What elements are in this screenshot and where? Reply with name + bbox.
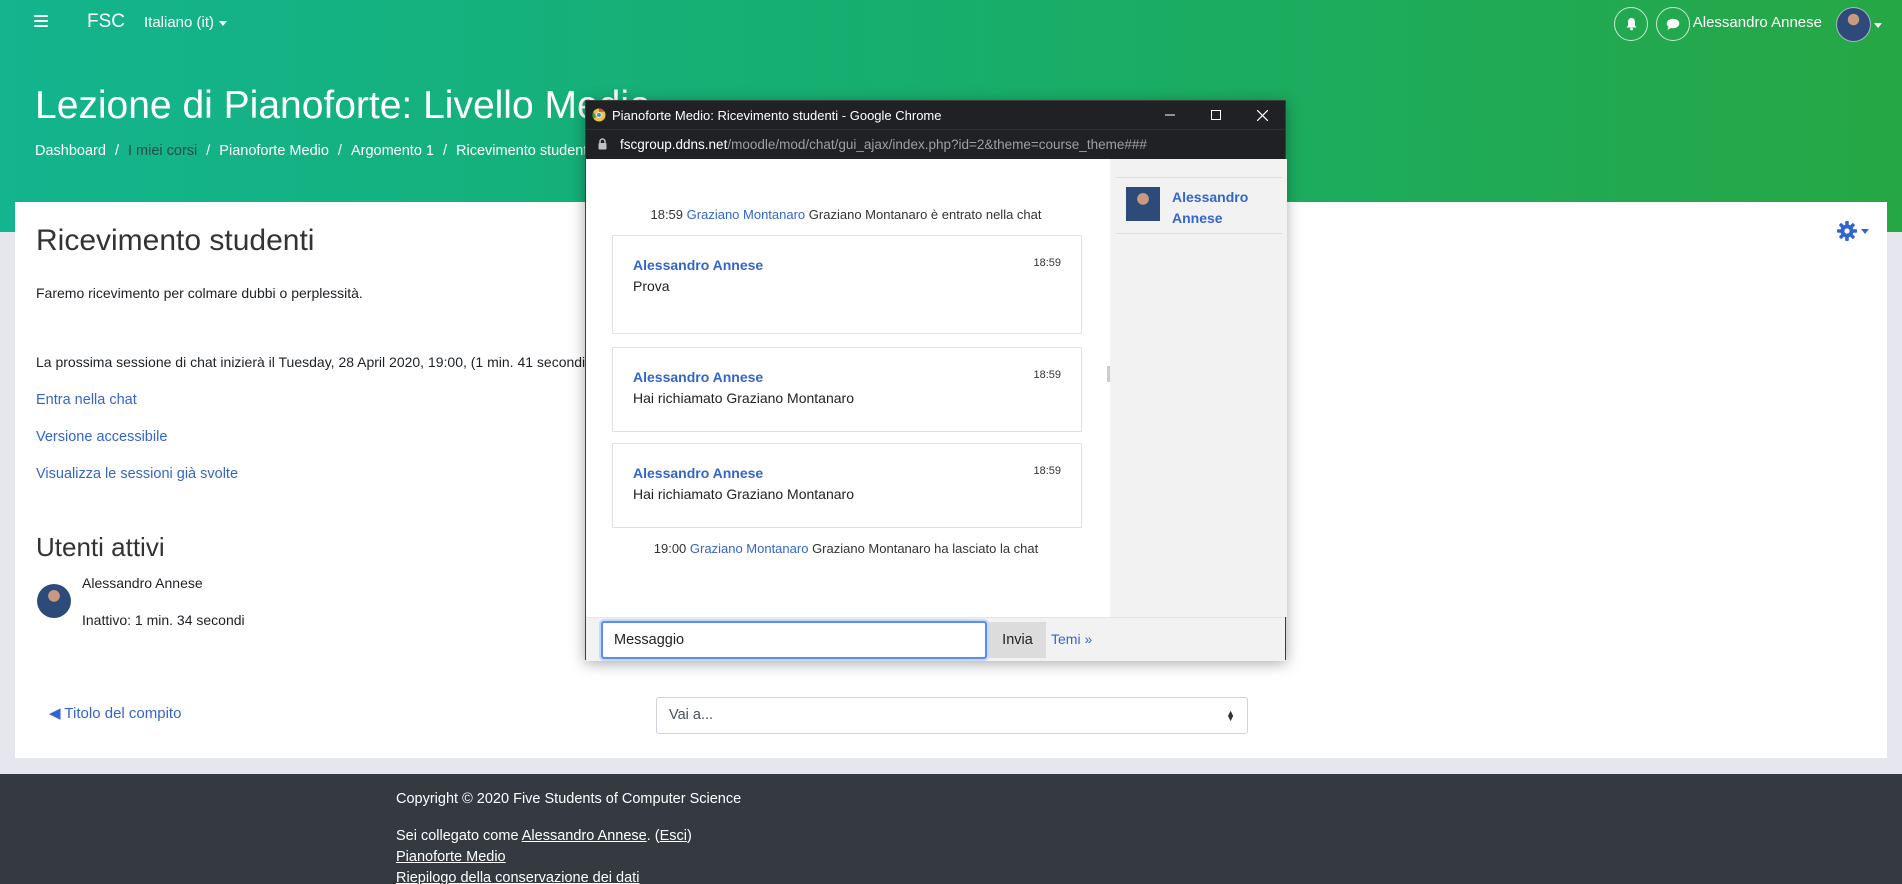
chat-message: Alessandro Annese 18:59 Hai richiamato G… <box>612 443 1082 528</box>
window-titlebar[interactable]: Pianoforte Medio: Ricevimento studenti -… <box>586 101 1285 129</box>
course-title: Lezione di Pianoforte: Livello Medio <box>35 84 651 127</box>
select-arrows-icon: ▲ ▼ <box>1226 708 1235 723</box>
chat-bubble-icon <box>1666 18 1680 30</box>
window-title: Pianoforte Medio: Ricevimento studenti -… <box>612 108 942 123</box>
message-time: 18:59 <box>1033 369 1061 381</box>
send-button[interactable]: Invia <box>989 622 1046 658</box>
breadcrumb-course[interactable]: Pianoforte Medio <box>219 143 329 159</box>
system-message: 19:00 Graziano Montanaro Graziano Montan… <box>653 541 1039 556</box>
message-author[interactable]: Alessandro Annese <box>633 465 763 481</box>
close-icon <box>1256 109 1268 121</box>
message-time: 18:59 <box>1033 465 1061 477</box>
message-time: 18:59 <box>1033 257 1061 269</box>
past-sessions-link[interactable]: Visualizza le sessioni già svolte <box>36 466 238 482</box>
chat-user-name[interactable]: Alessandro Annese <box>1172 187 1272 229</box>
logged-prefix: Sei collegato come <box>396 828 522 844</box>
active-user-idle: Inattivo: 1 min. 34 secondi <box>82 612 245 628</box>
top-navbar: FSC Italiano (it) Alessandro Annese <box>0 0 1902 44</box>
language-label: Italiano (it) <box>144 14 215 31</box>
maximize-icon <box>1211 110 1221 120</box>
hamburger-icon[interactable] <box>34 15 48 27</box>
enter-chat-link[interactable]: Entra nella chat <box>36 392 137 408</box>
logout-link[interactable]: Esci <box>660 828 687 844</box>
themes-link[interactable]: Temi » <box>1051 631 1092 647</box>
message-text: Hai richiamato Graziano Montanaro <box>633 390 854 406</box>
page-footer: Copyright © 2020 Five Students of Comput… <box>0 774 1902 884</box>
list-item[interactable]: Alessandro Annese <box>1116 177 1282 234</box>
avatar <box>37 584 71 618</box>
profile-link[interactable]: Alessandro Annese <box>522 828 647 844</box>
maximize-button[interactable] <box>1193 101 1239 129</box>
jump-to-select[interactable]: Vai a... ▲ ▼ <box>656 697 1248 734</box>
breadcrumb-topic[interactable]: Argomento 1 <box>351 143 434 159</box>
logout-open: . ( <box>646 828 660 844</box>
chevron-down-icon <box>219 20 228 26</box>
url-host: fscgroup.ddns.net <box>620 137 728 152</box>
previous-activity-link[interactable]: ◀ Titolo del compito <box>49 704 181 722</box>
bell-icon <box>1626 18 1636 31</box>
message-input[interactable] <box>601 621 987 659</box>
minimize-icon <box>1165 114 1175 116</box>
chat-popup-window: Pianoforte Medio: Ricevimento studenti -… <box>585 100 1287 661</box>
chat-user-list: Alessandro Annese <box>1110 159 1287 617</box>
url-text: fscgroup.ddns.net/moodle/mod/chat/gui_aj… <box>620 137 1147 152</box>
data-retention-link[interactable]: Riepilogo della conservazione dei dati <box>396 870 639 884</box>
chat-message: Alessandro Annese 18:59 Hai richiamato G… <box>612 347 1082 432</box>
copyright-text: Copyright © 2020 Five Students of Comput… <box>396 791 742 807</box>
chevron-down-icon[interactable] <box>1874 23 1882 28</box>
user-menu-name[interactable]: Alessandro Annese <box>1693 14 1822 31</box>
messages-button[interactable] <box>1656 7 1690 41</box>
chat-message: Alessandro Annese 18:59 Prova <box>612 235 1082 334</box>
breadcrumb-dashboard[interactable]: Dashboard <box>35 143 106 159</box>
language-menu[interactable]: Italiano (it) <box>144 14 228 31</box>
lock-icon <box>598 138 607 150</box>
url-path: /moodle/mod/chat/gui_ajax/index.php?id=2… <box>727 137 1147 152</box>
message-author[interactable]: Alessandro Annese <box>633 257 763 273</box>
chat-input-bar: Invia Temi » <box>586 617 1285 661</box>
logged-in-info: Sei collegato come Alessandro Annese. (E… <box>396 828 692 844</box>
gear-icon <box>1837 221 1869 241</box>
avatar <box>1126 187 1160 221</box>
activity-description: Faremo ricevimento per colmare dubbi o p… <box>36 285 363 301</box>
page-title: Ricevimento studenti <box>36 224 315 257</box>
chrome-icon <box>592 108 606 122</box>
active-user-name: Alessandro Annese <box>82 575 203 591</box>
notifications-button[interactable] <box>1614 7 1648 41</box>
settings-menu[interactable] <box>1836 220 1870 247</box>
breadcrumb-my-courses[interactable]: I miei corsi <box>128 143 197 159</box>
accessible-version-link[interactable]: Versione accessibile <box>36 429 167 445</box>
close-button[interactable] <box>1239 101 1285 129</box>
breadcrumb-current[interactable]: Ricevimento studenti <box>456 143 591 159</box>
course-footer-link[interactable]: Pianoforte Medio <box>396 849 506 865</box>
system-message: 18:59 Graziano Montanaro Graziano Montan… <box>650 207 1042 222</box>
avatar[interactable] <box>1836 7 1871 42</box>
message-text: Prova <box>633 278 670 294</box>
address-bar[interactable]: fscgroup.ddns.net/moodle/mod/chat/gui_aj… <box>586 129 1285 159</box>
minimize-button[interactable] <box>1147 101 1193 129</box>
next-session-info: La prossima sessione di chat inizierà il… <box>36 354 597 370</box>
site-brand[interactable]: FSC <box>87 11 125 33</box>
message-text: Hai richiamato Graziano Montanaro <box>633 486 854 502</box>
message-author[interactable]: Alessandro Annese <box>633 369 763 385</box>
breadcrumb: Dashboard / I miei corsi / Pianoforte Medio /… <box>35 143 591 159</box>
chat-messages: 18:59 Graziano Montanaro Graziano Montan… <box>586 159 1106 617</box>
jump-to-label: Vai a... <box>669 707 714 723</box>
logout-close: ) <box>687 828 692 844</box>
active-users-heading: Utenti attivi <box>36 532 165 562</box>
